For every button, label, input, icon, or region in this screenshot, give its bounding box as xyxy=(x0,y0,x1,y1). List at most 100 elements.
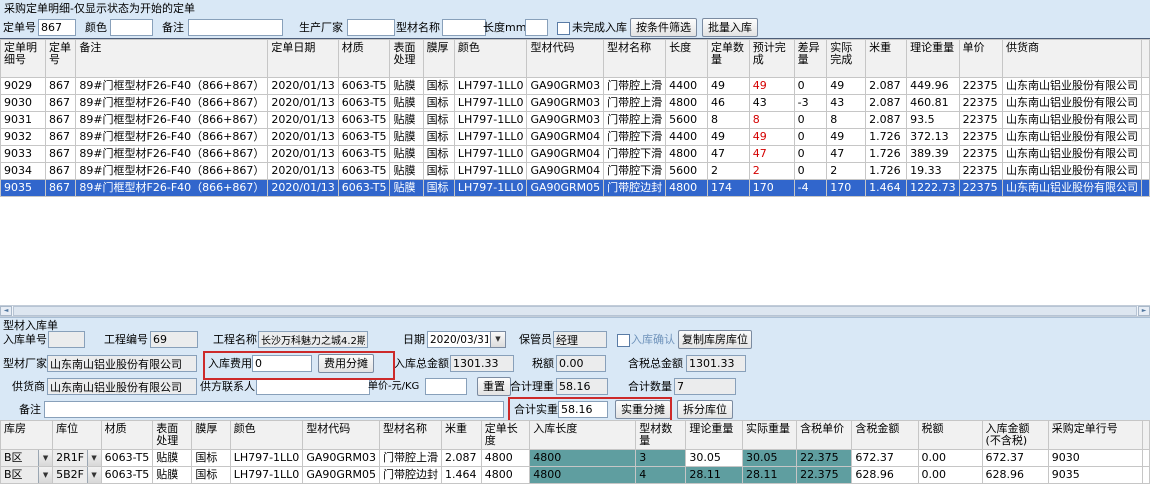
cell[interactable]: 2020/01/13 xyxy=(268,146,338,163)
cell[interactable]: 3 xyxy=(636,450,686,467)
column-header[interactable]: 长度 xyxy=(666,40,708,78)
cell[interactable]: 山东南山铝业股份有限公司 xyxy=(1003,129,1142,146)
cell[interactable] xyxy=(1142,129,1150,146)
cell[interactable]: 672.37 xyxy=(982,450,1048,467)
cell[interactable]: GA90GRM03 xyxy=(527,78,604,95)
column-header[interactable]: 膜厚 xyxy=(192,421,230,450)
inbound-confirm-checkbox[interactable] xyxy=(617,334,630,347)
column-header[interactable]: 差异量 xyxy=(794,40,827,78)
cell[interactable]: 89#门框型材F26-F40（866+867） xyxy=(76,95,268,112)
cell[interactable]: 628.96 xyxy=(982,467,1048,484)
cell[interactable]: 山东南山铝业股份有限公司 xyxy=(1003,112,1142,129)
cell[interactable]: 门带腔上滑 xyxy=(604,95,666,112)
cell[interactable]: -3 xyxy=(794,95,827,112)
cell[interactable]: 47 xyxy=(749,146,794,163)
cell[interactable]: 2 xyxy=(749,163,794,180)
cell[interactable]: 170 xyxy=(749,180,794,197)
table-row[interactable]: 902986789#门框型材F26-F40（866+867）2020/01/13… xyxy=(1,78,1150,95)
cell[interactable]: 门带腔上滑 xyxy=(380,450,442,467)
chevron-down-icon[interactable]: ▼ xyxy=(38,450,52,466)
cell[interactable]: GA90GRM03 xyxy=(527,112,604,129)
cell[interactable]: LH797-1LL0 xyxy=(454,78,527,95)
date-dropdown-button[interactable]: ▼ xyxy=(490,331,506,348)
column-header[interactable]: 型材名称 xyxy=(380,421,442,450)
cell[interactable] xyxy=(1142,112,1150,129)
cell[interactable]: 4800 xyxy=(481,467,530,484)
remark-input[interactable] xyxy=(44,401,504,418)
cell[interactable]: 国标 xyxy=(423,112,454,129)
cell[interactable]: 6063-T5 xyxy=(338,180,390,197)
cell[interactable]: 6063-T5 xyxy=(338,112,390,129)
cell[interactable]: 0.00 xyxy=(918,467,982,484)
cell[interactable] xyxy=(1142,163,1150,180)
column-header[interactable]: 实际重量 xyxy=(743,421,797,450)
cell[interactable]: 93.5 xyxy=(907,112,960,129)
cell[interactable]: 2020/01/13 xyxy=(268,112,338,129)
column-header[interactable]: 采购定单行号 xyxy=(1048,421,1142,450)
column-header[interactable]: 表面处理 xyxy=(153,421,192,450)
cell[interactable]: 49 xyxy=(827,78,866,95)
cell[interactable]: 贴膜 xyxy=(153,450,192,467)
cell[interactable]: 6063-T5 xyxy=(101,450,153,467)
column-header[interactable]: 入库金额(不含税) xyxy=(982,421,1048,450)
split-bin-button[interactable]: 拆分库位 xyxy=(677,400,733,419)
cell[interactable]: 9034 xyxy=(1,163,46,180)
warehouse-combo[interactable]: B区▼ xyxy=(1,450,53,467)
cell[interactable]: 2020/01/13 xyxy=(268,78,338,95)
cell[interactable]: GA90GRM03 xyxy=(527,95,604,112)
cell[interactable]: LH797-1LL0 xyxy=(454,112,527,129)
column-header[interactable]: 型材名称 xyxy=(604,40,666,78)
cell[interactable]: 贴膜 xyxy=(390,112,423,129)
cell[interactable]: 449.96 xyxy=(907,78,960,95)
column-header[interactable]: 型材代码 xyxy=(527,40,604,78)
supplier-input[interactable] xyxy=(47,378,197,395)
filter-length-input[interactable] xyxy=(525,19,548,36)
cell[interactable]: 4800 xyxy=(481,450,530,467)
cell[interactable]: 89#门框型材F26-F40（866+867） xyxy=(76,180,268,197)
cell[interactable]: 0 xyxy=(794,129,827,146)
cell[interactable]: 4800 xyxy=(530,450,636,467)
cell[interactable]: 6063-T5 xyxy=(338,146,390,163)
cell[interactable]: 89#门框型材F26-F40（866+867） xyxy=(76,112,268,129)
cell[interactable]: 国标 xyxy=(423,95,454,112)
cell[interactable]: 6063-T5 xyxy=(338,95,390,112)
cell[interactable]: 2020/01/13 xyxy=(268,180,338,197)
column-header[interactable]: 定单数量 xyxy=(708,40,750,78)
cell[interactable]: 2 xyxy=(708,163,750,180)
cell[interactable]: 2.087 xyxy=(866,95,907,112)
cell[interactable]: 4400 xyxy=(666,129,708,146)
cell[interactable]: 174 xyxy=(708,180,750,197)
chevron-down-icon[interactable]: ▼ xyxy=(38,467,52,483)
reset-button[interactable]: 重置 xyxy=(477,377,511,396)
cell[interactable]: 4 xyxy=(636,467,686,484)
column-header[interactable]: 含税单价 xyxy=(797,421,852,450)
filter-profile-name-input[interactable] xyxy=(442,19,486,36)
cell[interactable]: 22375 xyxy=(959,146,1002,163)
table-row[interactable]: 903486789#门框型材F26-F40（866+867）2020/01/13… xyxy=(1,163,1150,180)
column-header[interactable]: 定单日期 xyxy=(268,40,338,78)
total-amount-input[interactable] xyxy=(450,355,514,372)
column-header[interactable]: 税额 xyxy=(918,421,982,450)
cell[interactable]: 1222.73 xyxy=(907,180,960,197)
column-header[interactable]: 实际完成 xyxy=(827,40,866,78)
cell[interactable]: 0 xyxy=(794,78,827,95)
chevron-down-icon[interactable]: ▼ xyxy=(87,467,101,483)
cell[interactable]: 山东南山铝业股份有限公司 xyxy=(1003,180,1142,197)
cell[interactable]: LH797-1LL0 xyxy=(454,163,527,180)
cell[interactable]: 6063-T5 xyxy=(101,467,153,484)
cell[interactable]: 9030 xyxy=(1,95,46,112)
column-header[interactable]: 库房 xyxy=(1,421,53,450)
cell[interactable]: 门带腔下滑 xyxy=(604,163,666,180)
cell[interactable]: 5600 xyxy=(666,112,708,129)
cell[interactable]: 0 xyxy=(794,112,827,129)
cell[interactable]: 389.39 xyxy=(907,146,960,163)
cell[interactable]: 2020/01/13 xyxy=(268,163,338,180)
cell[interactable]: 国标 xyxy=(423,180,454,197)
cell[interactable]: 国标 xyxy=(423,78,454,95)
warehouse-combo[interactable]: B区▼ xyxy=(1,467,53,484)
cell[interactable]: LH797-1LL0 xyxy=(230,467,303,484)
cell[interactable]: 22375 xyxy=(959,163,1002,180)
cell[interactable]: LH797-1LL0 xyxy=(454,180,527,197)
cell[interactable] xyxy=(1142,95,1150,112)
cell[interactable]: 门带腔边封 xyxy=(380,467,442,484)
